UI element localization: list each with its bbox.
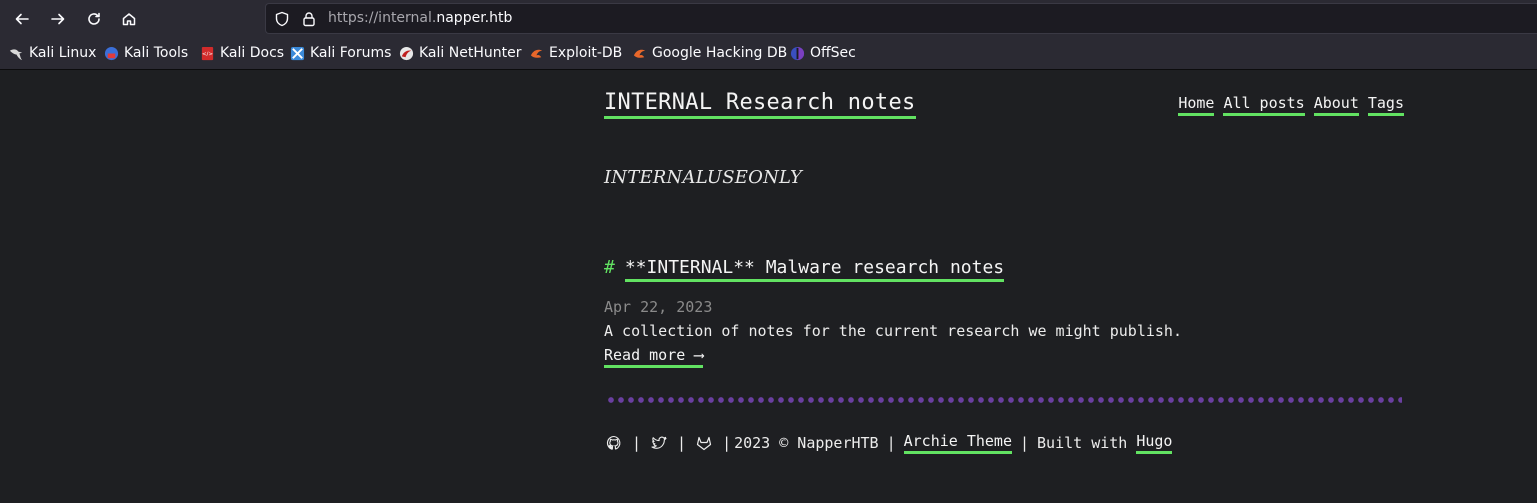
footer-pipe: |	[632, 434, 642, 452]
forward-arrow-icon	[51, 13, 65, 25]
github-icon[interactable]	[606, 435, 622, 451]
page-content: INTERNAL Research notes Home All posts A…	[0, 70, 1537, 503]
bookmark-kali-nethunter[interactable]: Kali NetHunter	[399, 44, 521, 62]
bookmark-label: Kali NetHunter	[419, 45, 522, 61]
bookmark-kali-docs[interactable]: </> Kali Docs	[200, 44, 284, 62]
gitlab-icon[interactable]	[696, 435, 712, 451]
bookmark-label: Exploit-DB	[549, 45, 623, 61]
kali-dragon-icon	[9, 48, 23, 60]
ghdb-icon	[633, 49, 646, 58]
nav-all-posts[interactable]: All posts	[1223, 94, 1305, 116]
reload-icon	[88, 12, 100, 25]
site-subtitle: INTERNALUSEONLY	[604, 167, 803, 188]
post-summary: A collection of notes for the current re…	[604, 322, 1182, 340]
bookmark-kali-linux[interactable]: Kali Linux	[9, 44, 96, 62]
back-button[interactable]	[8, 5, 36, 33]
url-prefix: https://internal.	[328, 10, 437, 26]
bookmark-label: Kali Forums	[310, 45, 392, 61]
bookmark-label: Kali Linux	[29, 45, 97, 61]
kali-docs-icon: </>	[202, 46, 214, 60]
nav-about[interactable]: About	[1313, 94, 1359, 116]
main-nav: Home All posts About Tags	[1178, 94, 1404, 116]
footer: | | | 2023 © NapperHTB | Archie Theme | …	[604, 432, 1173, 454]
browser-toolbar: https://internal.napper.htb	[0, 0, 1537, 37]
shield-icon[interactable]	[274, 11, 290, 27]
back-arrow-icon	[15, 13, 29, 25]
archie-theme-link[interactable]: Archie Theme	[903, 432, 1012, 454]
nav-home[interactable]: Home	[1178, 94, 1215, 116]
bookmark-exploit-db[interactable]: Exploit-DB	[529, 44, 622, 62]
bookmark-kali-tools[interactable]: Kali Tools	[104, 44, 188, 62]
url-text[interactable]: https://internal.napper.htb	[328, 10, 512, 26]
home-button[interactable]	[115, 5, 143, 33]
post-date: Apr 22, 2023	[604, 298, 713, 316]
footer-pipe: |	[886, 434, 896, 452]
post-heading: # **INTERNAL** Malware research notes	[604, 257, 1005, 282]
nav-tags[interactable]: Tags	[1367, 94, 1404, 116]
read-more-link[interactable]: Read more ⟶	[604, 346, 704, 368]
bookmarks-toolbar: Kali Linux Kali Tools </> Kali Docs Kali…	[0, 37, 1537, 70]
twitter-icon[interactable]	[651, 435, 667, 451]
bookmark-label: Kali Tools	[124, 45, 189, 61]
heading-hash: #	[604, 257, 615, 278]
home-icon	[122, 13, 136, 26]
dotted-divider	[606, 396, 1402, 404]
exploit-db-icon	[530, 49, 543, 58]
lock-icon[interactable]	[301, 11, 317, 27]
post-title-link[interactable]: **INTERNAL** Malware research notes	[624, 257, 1005, 282]
forward-button[interactable]	[44, 5, 72, 33]
bookmark-google-hacking-db[interactable]: Google Hacking DB	[632, 44, 787, 62]
bookmark-label: OffSec	[810, 45, 856, 61]
url-bar[interactable]: https://internal.napper.htb	[265, 3, 1537, 34]
footer-pipe: |	[722, 434, 732, 452]
footer-built-with: Built with	[1037, 434, 1128, 452]
kali-tools-icon	[104, 46, 119, 60]
bookmark-label: Google Hacking DB	[652, 45, 788, 61]
bookmark-kali-forums[interactable]: Kali Forums	[290, 44, 391, 62]
offsec-icon	[790, 46, 805, 60]
kali-forums-icon	[290, 46, 305, 60]
site-title-link[interactable]: INTERNAL Research notes	[604, 90, 916, 119]
bookmark-offsec[interactable]: OffSec	[790, 44, 856, 62]
svg-text:</>: </>	[202, 51, 214, 57]
footer-copyright: 2023 © NapperHTB	[734, 434, 879, 452]
kali-nethunter-icon	[399, 46, 414, 60]
footer-pipe: |	[677, 434, 687, 452]
reload-button[interactable]	[80, 5, 108, 33]
bookmark-label: Kali Docs	[220, 45, 285, 61]
footer-pipe: |	[1020, 434, 1030, 452]
url-domain: napper.htb	[436, 10, 513, 26]
hugo-link[interactable]: Hugo	[1136, 432, 1173, 454]
